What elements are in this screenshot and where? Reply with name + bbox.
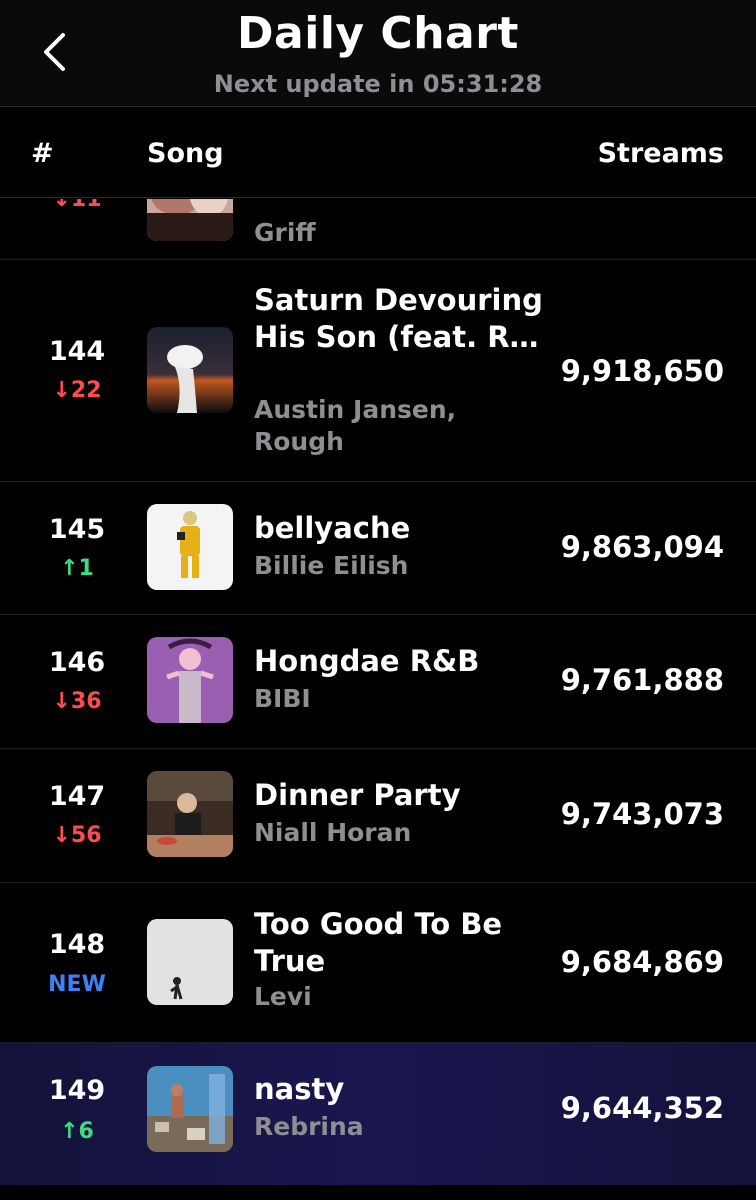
stream-count: 9,684,869 [560, 945, 724, 979]
chart-row-highlighted[interactable]: 149 ↑6 nasty Rebrina 9,644,352 [0, 1043, 756, 1185]
update-countdown: Next update in 05:31:28 [213, 70, 543, 98]
artist-name: Griff [254, 218, 316, 247]
rank-number: 148 [48, 929, 106, 960]
column-streams-header[interactable]: Streams [598, 138, 724, 169]
chart-row[interactable]: 145 ↑1 bellyache Billie Eilish 9,863,094 [0, 482, 756, 615]
chart-list[interactable]: ↓11 Griff 144 ↓22 Saturn Devouring His S… [0, 199, 756, 1200]
nasty-album-art [147, 1066, 233, 1152]
artist-name: Niall Horan [254, 818, 412, 847]
rank-change: ↓56 [52, 823, 102, 848]
griff-album-art [147, 199, 233, 241]
saturn-album-art [147, 327, 233, 413]
chart-row[interactable]: 148 NEW Too Good To Be True Levi 9,684,8… [0, 883, 756, 1043]
song-title: Saturn Devouring His Son (feat. R… [254, 283, 543, 354]
rank-change: ↓22 [52, 378, 102, 403]
stream-count: 9,863,094 [560, 530, 724, 564]
rank-number: 145 [48, 514, 106, 545]
page-title: Daily Chart [237, 8, 519, 59]
hongdae-album-art [147, 637, 233, 723]
column-header-row: # Song Streams [0, 108, 756, 198]
column-song-header[interactable]: Song [147, 138, 224, 169]
chart-row[interactable]: 144 ↓22 Saturn Devouring His Son (feat. … [0, 260, 756, 482]
too-good-album-art [147, 919, 233, 1005]
rank-number: 146 [48, 647, 106, 678]
song-title: Too Good To Be True [254, 907, 503, 978]
rank-number: 144 [48, 336, 106, 367]
stream-count: 9,743,073 [560, 797, 724, 831]
chart-row[interactable]: 146 ↓36 Hongdae R&B BIBI 9,761,888 [0, 615, 756, 749]
artist-name: Austin Jansen, Rough [254, 395, 457, 456]
song-title: nasty [254, 1072, 345, 1106]
rank-change: ↑6 [60, 1119, 94, 1144]
artist-name: Levi [254, 982, 312, 1011]
chart-row[interactable]: ↓11 Griff [0, 199, 756, 260]
rank-change: ↑1 [60, 556, 94, 581]
bellyache-album-art [147, 504, 233, 590]
stream-count: 9,644,352 [560, 1091, 724, 1125]
artist-name: BIBI [254, 684, 311, 713]
rank-change: NEW [48, 972, 106, 997]
rank-change: ↓11 [52, 199, 102, 212]
song-title: Dinner Party [254, 778, 461, 812]
column-rank-header[interactable]: # [31, 138, 54, 169]
chart-row[interactable]: 147 ↓56 Dinner Party Niall Horan 9,743,0… [0, 749, 756, 883]
artist-name: Billie Eilish [254, 551, 409, 580]
song-title: Hongdae R&B [254, 644, 480, 678]
artist-name: Rebrina [254, 1112, 364, 1141]
header-bar: Daily Chart Next update in 05:31:28 [0, 0, 756, 107]
stream-count: 9,761,888 [560, 663, 724, 697]
rank-change: ↓36 [52, 689, 102, 714]
dinner-party-album-art [147, 771, 233, 857]
rank-number: 149 [48, 1075, 106, 1106]
stream-count: 9,918,650 [560, 354, 724, 388]
rank-number: 147 [48, 781, 106, 812]
song-title: bellyache [254, 511, 411, 545]
